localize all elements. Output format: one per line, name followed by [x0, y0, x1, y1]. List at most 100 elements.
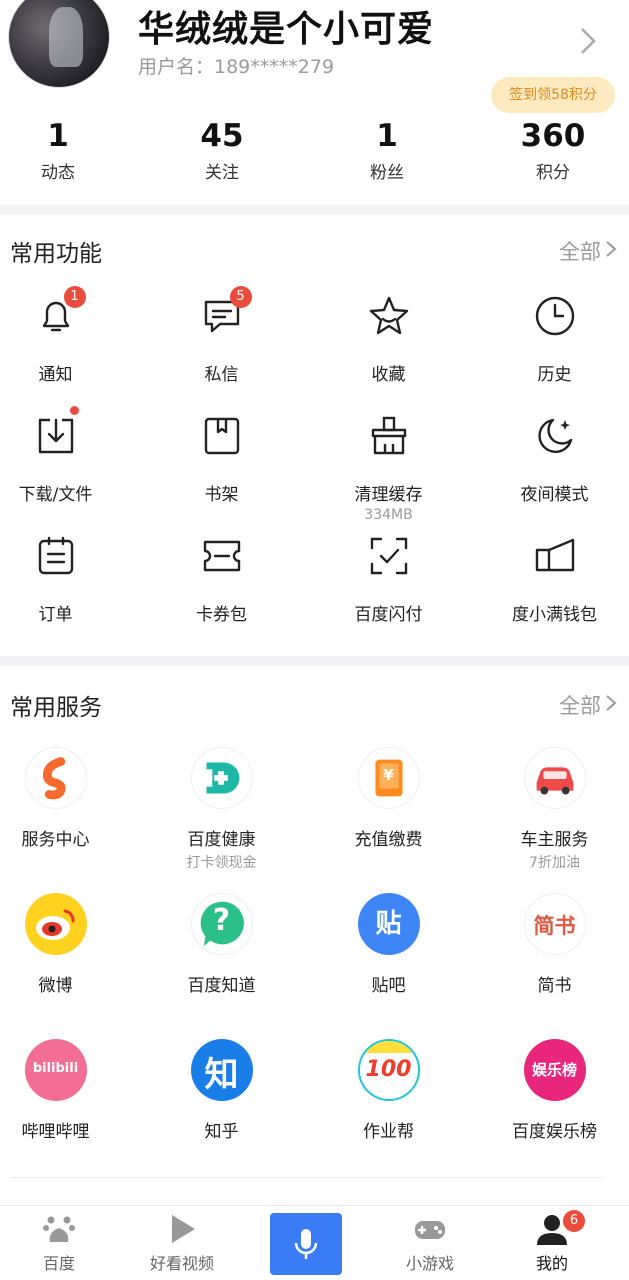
svc-label: 知乎	[204, 1122, 239, 1142]
car-icon	[523, 747, 586, 809]
functions-title: 常用功能	[10, 241, 102, 267]
user-icon: 6	[535, 1210, 585, 1246]
svc-bilibili[interactable]: bilibili 哔哩哔哩	[0, 1039, 134, 1142]
bilibili-glyph: bilibili	[32, 1061, 79, 1076]
star-icon	[367, 294, 411, 338]
svc-label: 服务中心	[21, 830, 90, 850]
func-downloads[interactable]: 下载/文件	[0, 406, 134, 505]
func-bookshelf[interactable]: 书架	[143, 414, 300, 505]
health-icon	[190, 747, 253, 809]
tie-glyph: 贴	[375, 909, 402, 939]
stat-points[interactable]: 360 积分	[483, 118, 623, 183]
profile-header[interactable]: 华绒绒是个小可爱 用户名：189*****279 签到领58积分 1 动态 45…	[0, 0, 629, 205]
functions-more-link[interactable]: 全部	[559, 236, 601, 266]
new-dot	[69, 406, 79, 415]
svc-recharge[interactable]: ¥ 充值缴费	[310, 747, 467, 850]
stat-value: 1	[376, 118, 398, 154]
bottom-nav: 百度 好看视频 小游戏 6 我的	[0, 1205, 629, 1280]
section-divider	[0, 656, 629, 666]
svc-service-center[interactable]: 服务中心	[0, 747, 134, 850]
svc-car-owner[interactable]: 车主服务 7折加油	[476, 747, 629, 872]
func-messages[interactable]: 5 私信	[143, 286, 300, 385]
services-more-link[interactable]: 全部	[559, 690, 601, 720]
func-label: 通知	[38, 365, 73, 385]
download-icon	[34, 406, 79, 458]
func-favorites[interactable]: 收藏	[310, 294, 467, 385]
zuoyebang-glyph: 100	[365, 1057, 412, 1082]
func-baidu-pay[interactable]: 百度闪付	[310, 534, 467, 625]
question-glyph: ?	[212, 903, 231, 938]
coupon-icon	[200, 534, 244, 578]
voice-search-button[interactable]	[270, 1213, 342, 1275]
stat-label: 关注	[205, 163, 239, 183]
user-id: 用户名：189*****279	[138, 56, 335, 78]
nav-label: 百度	[42, 1254, 75, 1273]
chevron-right-icon[interactable]	[576, 26, 600, 56]
message-badge: 5	[229, 286, 252, 308]
moon-icon	[533, 414, 577, 458]
recharge-icon: ¥	[357, 747, 420, 809]
yule-glyph: 娱乐榜	[531, 1061, 577, 1079]
svc-zhihu[interactable]: 知 知乎	[143, 1039, 300, 1142]
yuan-glyph: ¥	[383, 766, 394, 784]
zuoyebang-icon: 100	[357, 1039, 420, 1101]
func-clear-cache[interactable]: 清理缓存 334MB	[310, 414, 467, 523]
zhi-glyph: 知	[204, 1055, 239, 1095]
svc-weibo[interactable]: 微博	[0, 893, 134, 996]
mine-badge: 6	[563, 1210, 585, 1232]
play-icon	[165, 1212, 199, 1246]
stat-posts[interactable]: 1 动态	[0, 118, 128, 183]
stat-following[interactable]: 45 关注	[152, 118, 292, 183]
bilibili-icon: bilibili	[24, 1039, 87, 1101]
zhidao-icon: ?	[190, 893, 253, 955]
weibo-icon	[24, 893, 87, 955]
func-label: 度小满钱包	[512, 605, 597, 625]
chevron-right-icon[interactable]	[605, 694, 617, 712]
stat-label: 粉丝	[370, 163, 404, 183]
message-icon: 5	[200, 286, 252, 338]
svc-health[interactable]: 百度健康 打卡领现金	[143, 747, 300, 872]
broom-icon	[367, 414, 411, 458]
func-history[interactable]: 历史	[476, 294, 629, 385]
nav-haokan-video[interactable]: 好看视频	[127, 1212, 237, 1274]
nav-mini-games[interactable]: 小游戏	[375, 1212, 485, 1274]
section-divider	[0, 205, 629, 215]
func-notification[interactable]: 1 通知	[0, 286, 134, 385]
func-orders[interactable]: 订单	[0, 534, 134, 625]
nav-mine[interactable]: 6 我的	[497, 1210, 607, 1274]
svc-label: 微博	[38, 976, 73, 996]
yule-icon: 娱乐榜	[523, 1039, 586, 1101]
nav-baidu[interactable]: 百度	[4, 1212, 114, 1274]
func-coupons[interactable]: 卡券包	[143, 534, 300, 625]
func-night-mode[interactable]: 夜间模式	[476, 414, 629, 505]
func-label: 历史	[537, 365, 572, 385]
sign-in-badge[interactable]: 签到领58积分	[491, 77, 615, 113]
func-label: 下载/文件	[18, 485, 93, 505]
tieba-icon: 贴	[357, 893, 420, 955]
func-label: 收藏	[371, 365, 406, 385]
svc-zhidao[interactable]: ? 百度知道	[143, 893, 300, 996]
func-label: 私信	[204, 365, 239, 385]
stat-value: 360	[520, 118, 586, 154]
svc-label: 充值缴费	[354, 830, 423, 850]
notification-badge: 1	[63, 286, 86, 308]
svc-label: 百度娱乐榜	[512, 1122, 597, 1142]
order-icon	[34, 534, 78, 578]
zhihu-icon: 知	[190, 1039, 253, 1101]
func-wallet[interactable]: 度小满钱包	[476, 534, 629, 625]
bookshelf-icon	[200, 414, 244, 458]
svc-zuoyebang[interactable]: 100 作业帮	[310, 1039, 467, 1142]
svc-jianshu[interactable]: 简书 简书	[476, 893, 629, 996]
bell-icon: 1	[34, 286, 86, 338]
func-label: 卡券包	[196, 605, 247, 625]
svc-yule[interactable]: 娱乐榜 百度娱乐榜	[476, 1039, 629, 1142]
chevron-right-icon[interactable]	[605, 240, 617, 258]
stat-fans[interactable]: 1 粉丝	[317, 118, 457, 183]
nav-label: 我的	[535, 1254, 568, 1273]
svc-tieba[interactable]: 贴 贴吧	[310, 893, 467, 996]
stat-label: 积分	[536, 163, 570, 183]
jianshu-icon: 简书	[523, 893, 586, 955]
avatar[interactable]	[8, 0, 110, 88]
scan-pay-icon	[367, 534, 411, 578]
zuoyebang-band	[359, 1041, 418, 1053]
